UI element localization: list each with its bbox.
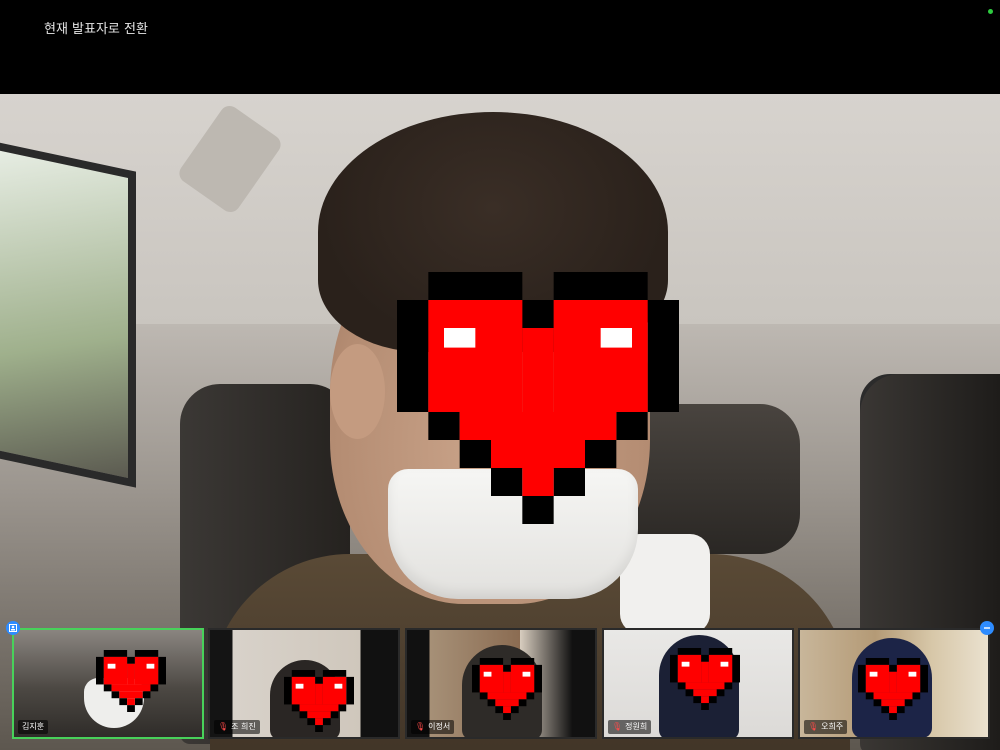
participant-tile[interactable]: 🎙 이정서: [405, 628, 597, 739]
pixel-heart-icon: [472, 658, 542, 720]
mic-muted-icon: 🎙: [415, 722, 426, 731]
participant-name: 오희주: [821, 722, 844, 731]
pixel-heart-icon: [670, 648, 740, 710]
mic-muted-icon: 🎙: [218, 722, 229, 731]
participant-name: 이정서: [428, 722, 451, 731]
pixel-heart-icon: [284, 670, 354, 732]
participant-name-label: 🎙 조 희진: [214, 720, 260, 734]
minus-icon: [984, 627, 990, 629]
pixel-heart-icon: [397, 272, 679, 524]
participant-tile[interactable]: 김지훈: [12, 628, 204, 739]
participant-name-label: 🎙 이정서: [411, 720, 455, 734]
pixel-heart-icon: [858, 658, 928, 720]
participant-name-label: 🎙 오희주: [804, 720, 848, 734]
connection-status-dot: [988, 9, 993, 14]
mic-muted-icon: 🎙: [612, 722, 623, 731]
participant-tile[interactable]: 🎙 조 희진: [208, 628, 400, 739]
mic-muted-icon: 🎙: [808, 722, 819, 731]
speaker-ear: [330, 344, 385, 439]
pixel-heart-icon: [96, 650, 166, 712]
participant-name-label: 🎙 정원희: [608, 720, 652, 734]
top-bar: 현재 발표자로 전환: [0, 0, 1000, 94]
car-window-left: [0, 136, 136, 488]
participant-name: 조 희진: [231, 722, 256, 731]
switch-to-presenter-button[interactable]: 현재 발표자로 전환: [44, 18, 148, 37]
participant-name: 정원희: [625, 722, 648, 731]
pin-video-button[interactable]: [6, 621, 20, 635]
person-icon: [9, 624, 17, 632]
participant-tile[interactable]: 🎙 정원희: [602, 628, 794, 739]
collapse-strip-button[interactable]: [980, 621, 994, 635]
participant-name-label: 김지훈: [18, 720, 49, 734]
participant-name: 김지훈: [22, 722, 45, 731]
participant-tile[interactable]: 🎙 오희주: [798, 628, 990, 739]
